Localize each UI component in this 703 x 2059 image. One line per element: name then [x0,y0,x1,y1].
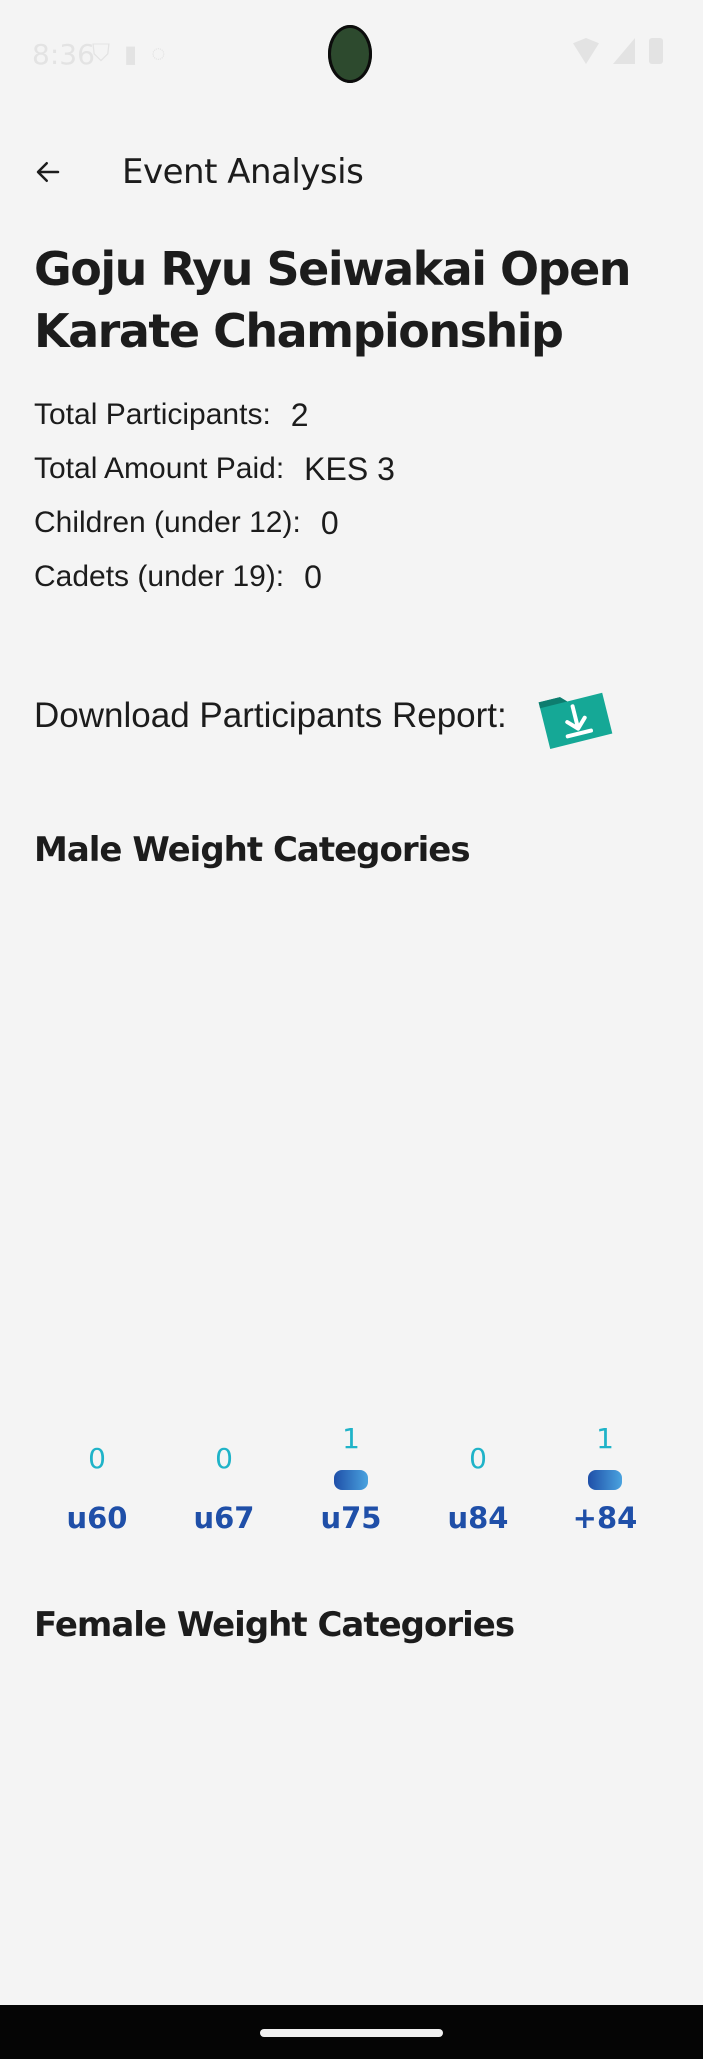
sd-card-icon: ▮ [124,41,138,68]
wifi-icon [573,38,599,64]
system-navigation-bar [0,2005,703,2059]
chart-category-label: u75 [320,1501,381,1535]
stat-total-amount-paid: Total Amount Paid: KES 3 [34,442,395,496]
home-gesture-handle[interactable] [260,2029,443,2037]
stat-value: 0 [320,504,339,541]
stat-label: Total Participants: [34,398,271,431]
chart-value-label: 0 [88,1442,106,1475]
female-categories-heading: Female Weight Categories [34,1605,515,1645]
status-icons-left: ⛉ ▮ ◌ [92,40,165,69]
status-bar: 8:36 ⛉ ▮ ◌ [0,0,703,110]
back-button[interactable] [28,152,68,192]
stat-value: 0 [304,558,322,595]
stat-children: Children (under 12): 0 [34,496,395,550]
chart-bar-+84 [588,1470,622,1490]
camera-cutout [328,25,372,83]
circle-icon: ◌ [151,40,166,67]
chart-value-label: 0 [215,1442,233,1475]
download-report-label: Download Participants Report: [34,696,507,735]
male-weight-chart: 0 u60 0 u67 1 u75 0 u84 1 +84 [34,880,674,1540]
chart-value-label: 1 [342,1422,360,1455]
male-categories-heading: Male Weight Categories [34,830,471,870]
app-bar: Event Analysis [0,140,703,210]
download-report-row: Download Participants Report: [34,676,615,756]
battery-icon [649,38,663,64]
stat-total-participants: Total Participants: 2 [34,388,395,442]
male-weight-bar-chart: 0 u60 0 u67 1 u75 0 u84 1 +84 [66,1422,638,1535]
folder-download-icon[interactable] [535,676,615,756]
stat-label: Children (under 12): [34,506,301,539]
chart-category-label: u67 [193,1501,254,1535]
signal-icon [613,38,635,64]
status-icons-right [573,38,663,64]
arrow-back-icon [36,162,60,182]
chart-category-label: u84 [447,1501,508,1535]
chart-value-label: 1 [596,1422,614,1455]
stat-label: Total Amount Paid: [34,452,285,485]
page-title: Event Analysis [122,152,364,192]
event-stats: Total Participants: 2 Total Amount Paid:… [34,388,395,604]
shield-icon: ⛉ [92,40,110,67]
stat-label: Cadets (under 19): [34,560,285,593]
status-time: 8:36 [32,38,95,71]
chart-category-label: +84 [573,1501,638,1535]
stat-value: 2 [290,396,309,433]
chart-category-label: u60 [66,1501,127,1535]
stat-value: KES 3 [304,450,395,487]
event-title: Goju Ryu Seiwakai Open Karate Championsh… [34,242,632,358]
stat-cadets: Cadets (under 19): 0 [34,550,395,604]
chart-value-label: 0 [469,1442,487,1475]
chart-bar-u75 [334,1470,368,1490]
